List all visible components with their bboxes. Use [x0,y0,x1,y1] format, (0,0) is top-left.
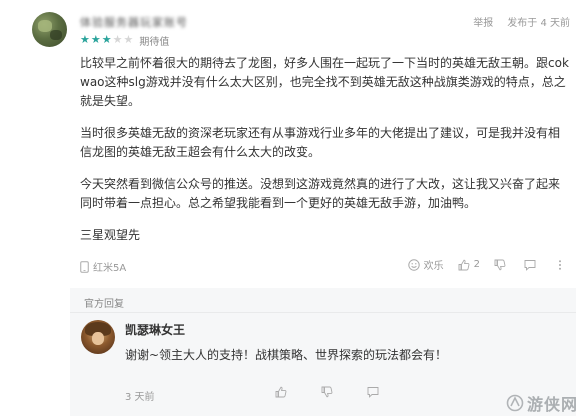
review-paragraph: 比较早之前怀着很大的期待去了龙图，好多人围在一起玩了一下当时的英雄无敌王朝。跟c… [80,56,573,108]
dislike-button[interactable] [494,259,510,271]
comment-button[interactable] [524,259,540,271]
more-dots-icon [559,259,561,270]
user-avatar[interactable] [32,12,67,47]
avatar-image-part [38,20,52,32]
happy-button[interactable]: 欢乐 [407,257,444,272]
username[interactable]: 体验服务器玩家账号 [80,14,188,29]
star-icon-empty: ★ [112,33,123,46]
official-reply-text: 谢谢~领主大人的支持！战棋策略、世界探索的玩法都会有！ [125,348,448,362]
like-count: 2 [473,259,480,270]
thumbs-down-icon [321,386,333,398]
comment-icon [367,387,379,398]
review-paragraph: 三星观望先 [80,228,141,242]
official-reply-header: 官方回复 [84,299,124,310]
official-reply-box: 官方回复 凯瑟琳女王 谢谢~领主大人的支持！战棋策略、世界探索的玩法都会有！ 3… [70,288,576,416]
rating-label: 期待值 [139,36,170,48]
watermark: 游侠网 [506,391,578,415]
review-body: 比较早之前怀着很大的期待去了龙图，好多人围在一起玩了一下当时的英雄无敌王朝。跟c… [80,54,570,258]
like-button[interactable]: 2 [458,259,480,271]
report-link[interactable]: 举报 [473,14,493,29]
reply-like-button[interactable] [275,386,291,398]
watermark-text: 游侠网 [526,395,578,414]
reply-dislike-button[interactable] [321,386,337,398]
official-avatar[interactable] [81,320,115,354]
review-page: 体验服务器玩家账号 ★ ★ ★ ★ ★ 期待值 举报 发布于 4 天前 比较早之… [0,0,584,419]
thumbs-up-icon [275,386,287,398]
avatar-image-part [50,30,62,40]
happy-label: 欢乐 [423,261,444,272]
phone-icon [80,260,89,273]
device-info: 红米5A [80,259,126,274]
posted-time: 发布于 4 天前 [507,18,570,29]
thumbs-up-icon [458,259,470,270]
review-meta-actions: 举报 发布于 4 天前 [459,14,570,29]
review-paragraph: 当时很多英雄无敌的资深老玩家还有从事游戏行业多年的大佬提出了建议，可是我并没有相… [80,126,561,159]
comment-icon [524,259,536,271]
official-name[interactable]: 凯瑟琳女王 [125,321,185,338]
reply-reactions [275,386,413,398]
watermark-logo-icon [506,394,524,412]
avatar-image-part [92,332,104,345]
reply-time: 3 天前 [125,392,155,403]
star-icon-filled: ★ [101,33,112,46]
star-icon-empty: ★ [123,33,134,46]
smile-icon [407,258,420,271]
rating-stars: ★ ★ ★ ★ ★ 期待值 [80,33,170,48]
review-paragraph: 今天突然看到微信公众号的推送。没想到这游戏竟然真的进行了大改，这让我又兴奋了起来… [80,177,561,210]
more-button[interactable] [554,259,570,271]
review-reactions: 欢乐 2 [394,257,570,272]
divider [70,312,576,313]
star-icon-filled: ★ [90,33,101,46]
reply-comment-button[interactable] [367,386,383,398]
thumbs-down-icon [494,259,506,270]
star-icon-filled: ★ [80,33,90,46]
device-name: 红米5A [93,263,127,274]
